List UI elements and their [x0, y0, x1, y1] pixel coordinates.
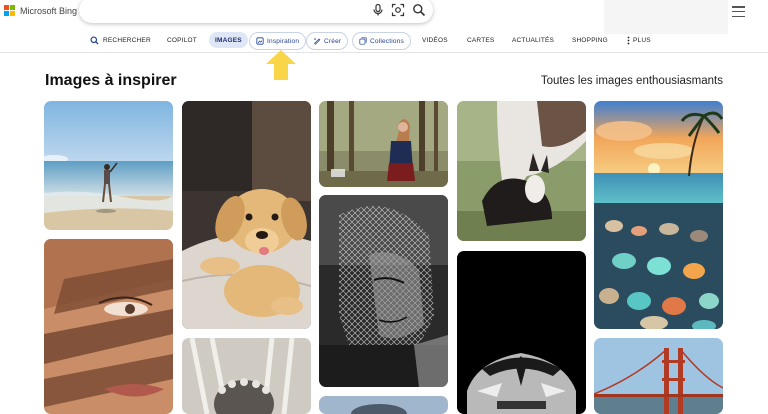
- menu-icon[interactable]: [732, 6, 745, 17]
- nav-images-label: IMAGES: [215, 36, 242, 44]
- nav-create-label: Créer: [324, 37, 342, 45]
- nav-collections-label: Collections: [370, 37, 404, 45]
- nav-more[interactable]: PLUS: [627, 32, 651, 48]
- scope-nav: RECHERCHER COPILOT IMAGES Inspiration Cr…: [0, 30, 768, 50]
- inspiration-icon: [256, 37, 264, 45]
- nav-videos[interactable]: VIDÉOS: [422, 32, 448, 48]
- section-title: Images à inspirer: [45, 72, 177, 89]
- nav-copilot[interactable]: COPILOT: [167, 32, 197, 48]
- wire-sculpture-portrait-image: [319, 195, 448, 387]
- nav-videos-label: VIDÉOS: [422, 36, 448, 44]
- gallery-image-golden-gate-bridge[interactable]: [594, 338, 723, 414]
- face-with-shadows-image: [44, 239, 173, 414]
- woman-in-forest-image: [319, 101, 448, 187]
- black-sports-car-image: [457, 251, 586, 414]
- pointer-arrow-icon: [266, 50, 296, 80]
- gallery-image-bottom-partial[interactable]: [319, 396, 448, 414]
- gallery-image-puppy-on-bed[interactable]: [182, 101, 311, 329]
- search-icon[interactable]: [412, 3, 426, 17]
- nav-more-label: PLUS: [633, 36, 651, 44]
- search-box[interactable]: [79, 0, 433, 23]
- account-area: [604, 0, 728, 34]
- bottom-partial-image: [319, 396, 448, 414]
- more-dots-icon: [627, 36, 630, 44]
- microsoft-logo-icon: [4, 5, 16, 17]
- visual-search-icon[interactable]: [391, 3, 405, 17]
- nav-inspiration[interactable]: Inspiration: [249, 32, 307, 50]
- nav-inspiration-label: Inspiration: [267, 37, 300, 45]
- create-icon: [314, 38, 321, 45]
- nav-maps[interactable]: CARTES: [467, 32, 494, 48]
- nav-shopping[interactable]: SHOPPING: [572, 32, 608, 48]
- nav-news-label: ACTUALITÉS: [512, 36, 555, 44]
- donkey-and-foal-image: [457, 101, 586, 241]
- nav-shopping-label: SHOPPING: [572, 36, 608, 44]
- search-input[interactable]: [93, 2, 367, 20]
- nav-copilot-label: COPILOT: [167, 36, 197, 44]
- gallery-image-beach-child[interactable]: [44, 101, 173, 230]
- gallery-image-face-with-shadows[interactable]: [44, 239, 173, 414]
- collections-icon: [359, 37, 367, 45]
- beach-child-image: [44, 101, 173, 230]
- nav-collections[interactable]: Collections: [352, 32, 411, 50]
- top-bar: Microsoft Bing RECHERCHER COPILOT IMAGES…: [0, 0, 768, 53]
- microphone-icon[interactable]: [371, 3, 385, 17]
- gallery-image-donkey-and-foal[interactable]: [457, 101, 586, 241]
- golden-gate-bridge-image: [594, 338, 723, 414]
- nav-search[interactable]: RECHERCHER: [90, 32, 151, 48]
- gallery-image-woman-in-forest[interactable]: [319, 101, 448, 187]
- nav-maps-label: CARTES: [467, 36, 495, 44]
- gallery-image-black-sports-car[interactable]: [457, 251, 586, 414]
- gallery-image-wire-sculpture-portrait[interactable]: [319, 195, 448, 387]
- search-icon: [90, 35, 99, 45]
- nav-search-label: RECHERCHER: [103, 36, 151, 44]
- bw-girl-flower-crown-image: [182, 338, 311, 414]
- puppy-on-bed-image: [182, 101, 311, 329]
- bing-logo[interactable]: Microsoft Bing: [4, 5, 77, 17]
- brand-name: Microsoft Bing: [20, 6, 78, 16]
- nav-images[interactable]: IMAGES: [209, 32, 248, 48]
- nav-news[interactable]: ACTUALITÉS: [512, 32, 554, 48]
- see-all-link[interactable]: Toutes les images enthousiasmants: [541, 75, 723, 87]
- sea-glass-beach-sunset-image: [594, 101, 723, 329]
- gallery-image-bw-girl-flower-crown[interactable]: [182, 338, 311, 414]
- nav-create[interactable]: Créer: [306, 32, 349, 50]
- gallery-image-sea-glass-beach-sunset[interactable]: [594, 101, 723, 329]
